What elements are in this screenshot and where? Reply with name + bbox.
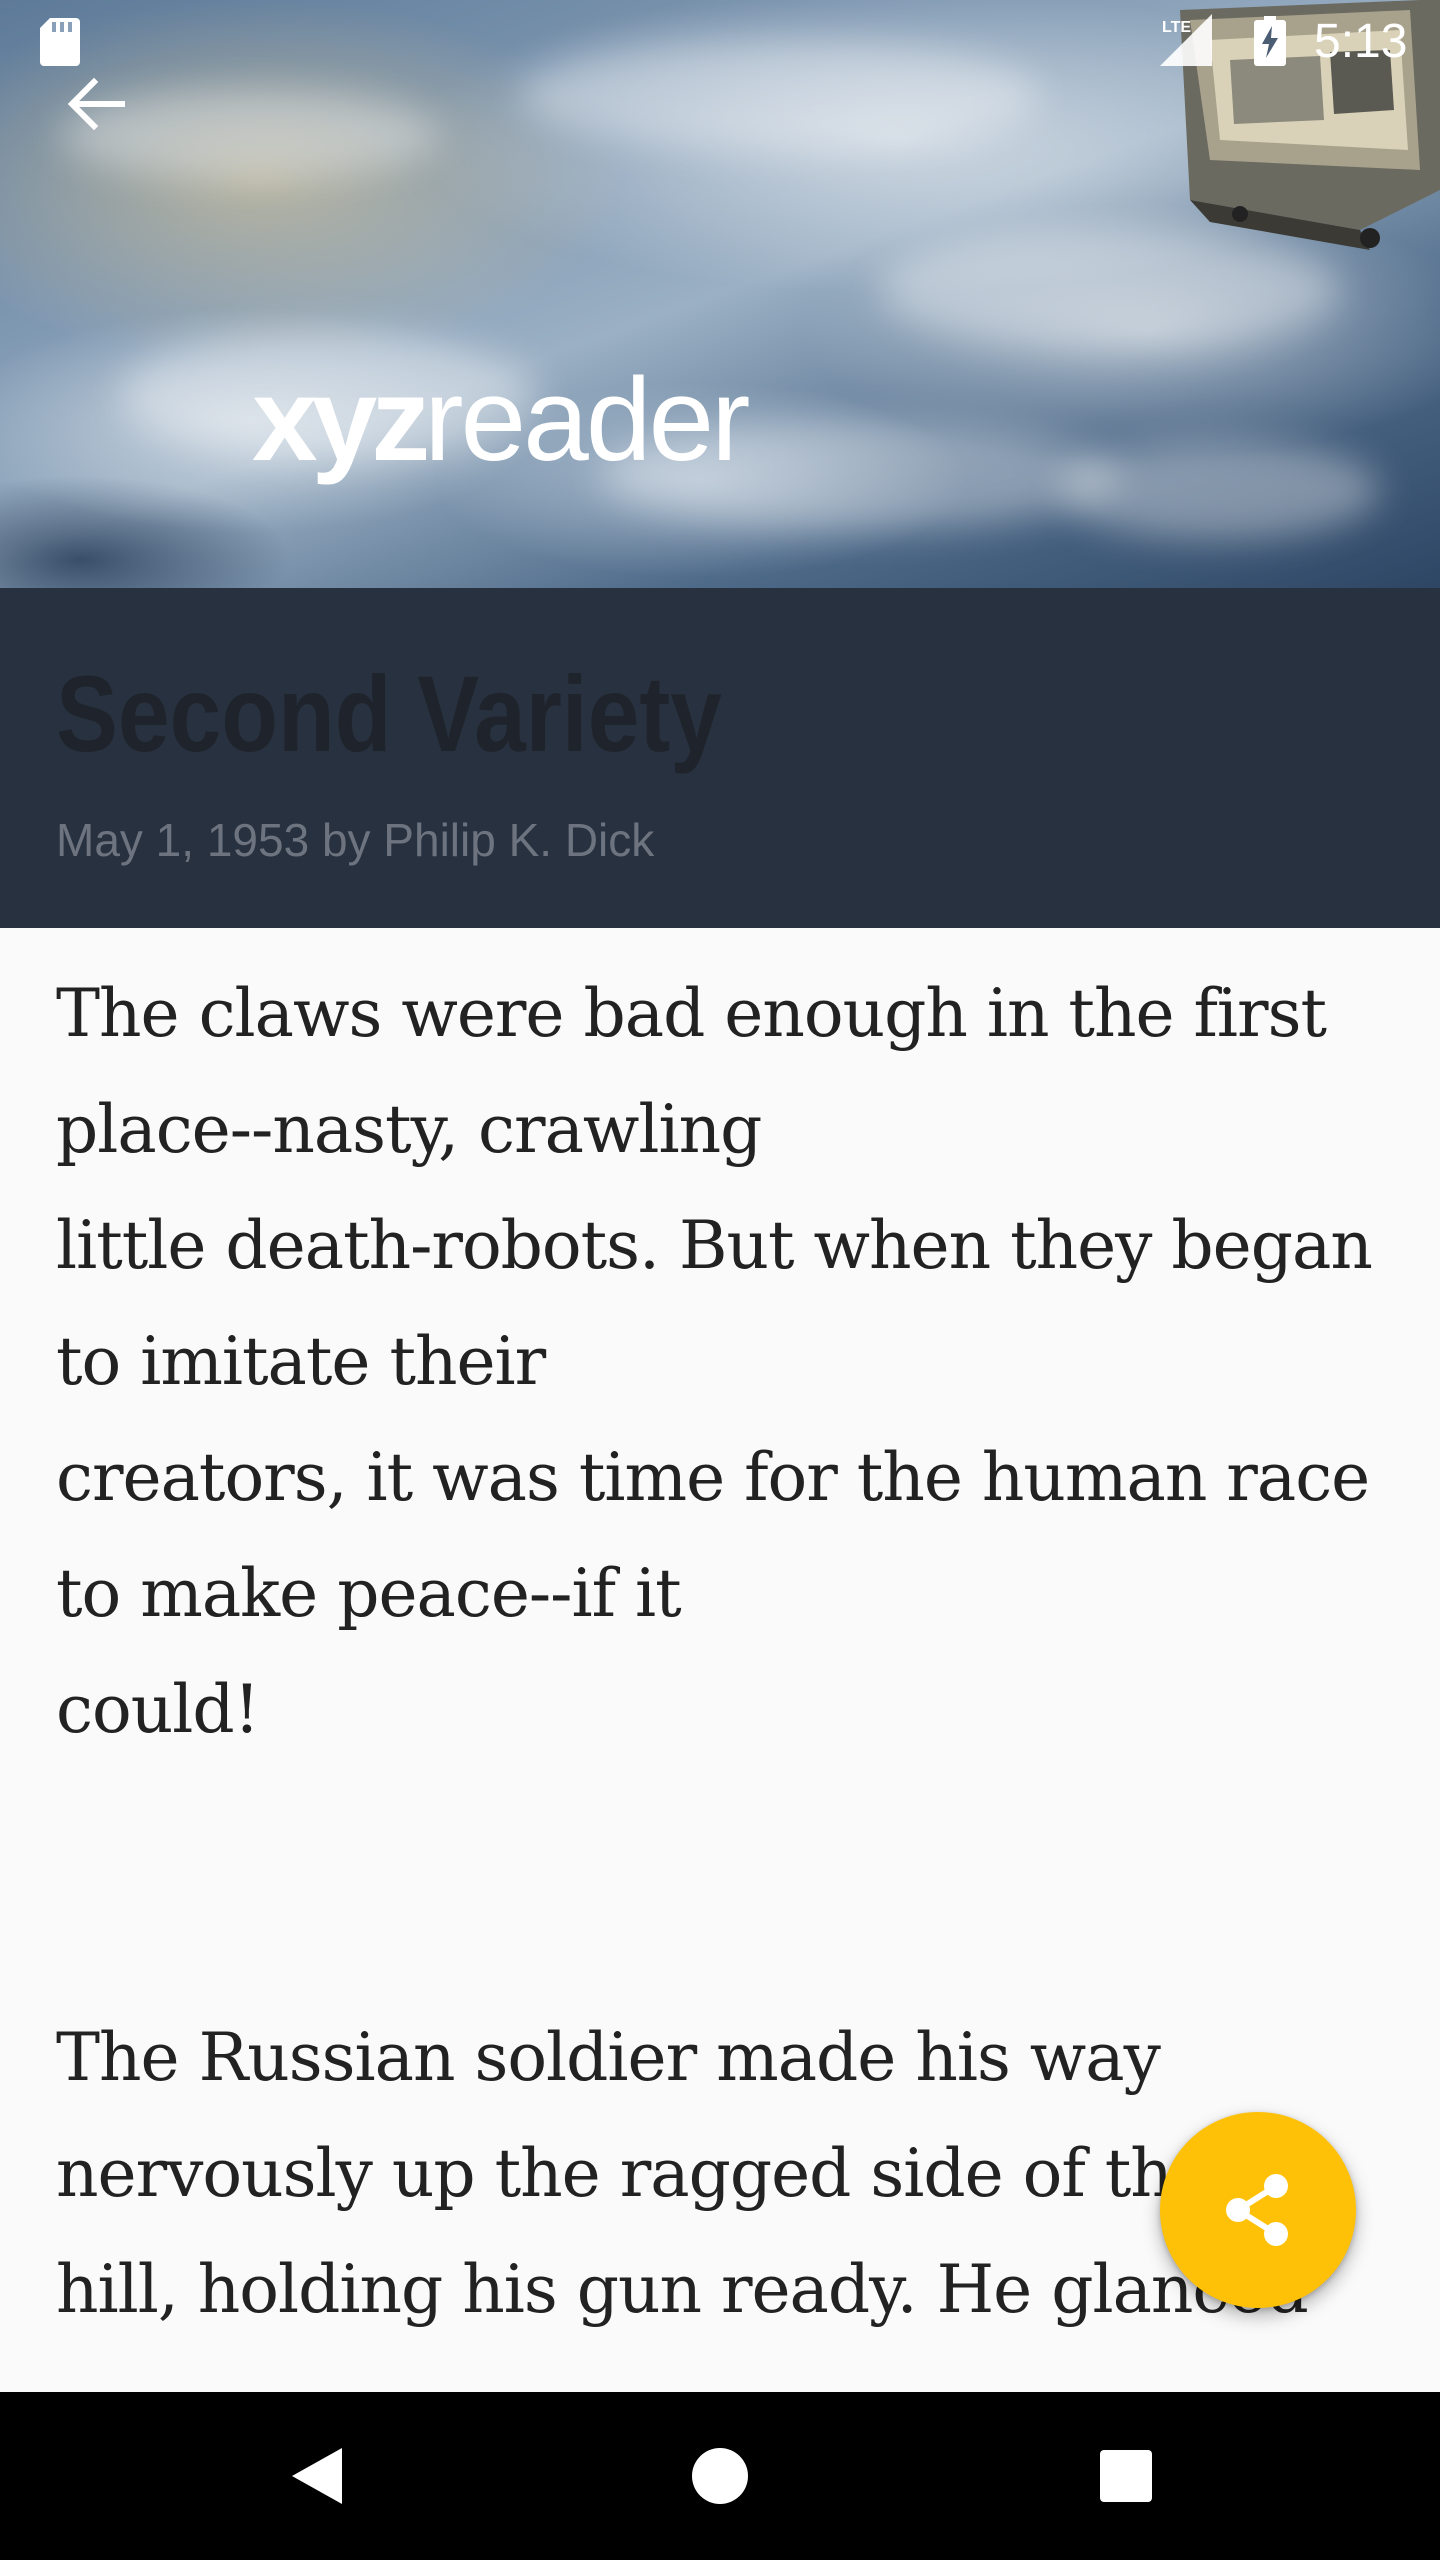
paragraph-line: to make peace--if it (56, 1555, 682, 1632)
nav-recents-button[interactable] (1086, 2436, 1166, 2516)
paragraph-line: creators, it was time for the human race (56, 1439, 1370, 1516)
app-logo-bold: xyz (252, 354, 430, 486)
paragraph-line: The claws were bad enough in the first (56, 975, 1327, 1052)
article-paragraph: The claws were bad enough in the first p… (56, 956, 1396, 1768)
app-logo: xyzreader (252, 360, 750, 480)
arrow-back-icon (67, 77, 125, 131)
back-button[interactable] (48, 56, 144, 152)
recents-square-icon (1100, 2450, 1152, 2502)
lte-label: LTE (1162, 19, 1191, 36)
article-detail-screen: xyzreader LTE 5:13 Second Variety May 1, (0, 0, 1440, 2560)
paragraph-line: could! (56, 1671, 260, 1748)
paragraph-line: The Russian soldier made his way (56, 2019, 1161, 2096)
lte-signal-icon: LTE (1160, 14, 1212, 66)
status-time: 5:13 (1314, 15, 1408, 68)
paragraph-line: to imitate their (56, 1323, 546, 1400)
paragraph-line: little death-robots. But when they began (56, 1207, 1373, 1284)
article-header: Second Variety May 1, 1953 by Philip K. … (0, 588, 1440, 928)
status-bar: LTE 5:13 (0, 0, 1440, 84)
share-button[interactable] (1160, 2112, 1356, 2308)
share-icon (1226, 2174, 1288, 2246)
battery-charging-icon (1254, 16, 1286, 66)
paragraph-line: place--nasty, crawling (56, 1091, 762, 1168)
nav-back-button[interactable] (276, 2436, 356, 2516)
nav-home-button[interactable] (680, 2436, 760, 2516)
article-title: Second Variety (56, 653, 722, 774)
app-logo-light: reader (424, 354, 750, 486)
back-triangle-icon (292, 2448, 342, 2504)
system-nav-bar (0, 2392, 1440, 2560)
home-circle-icon (692, 2448, 748, 2504)
article-byline: May 1, 1953 by Philip K. Dick (56, 814, 655, 866)
hero-image: xyzreader (0, 0, 1440, 588)
